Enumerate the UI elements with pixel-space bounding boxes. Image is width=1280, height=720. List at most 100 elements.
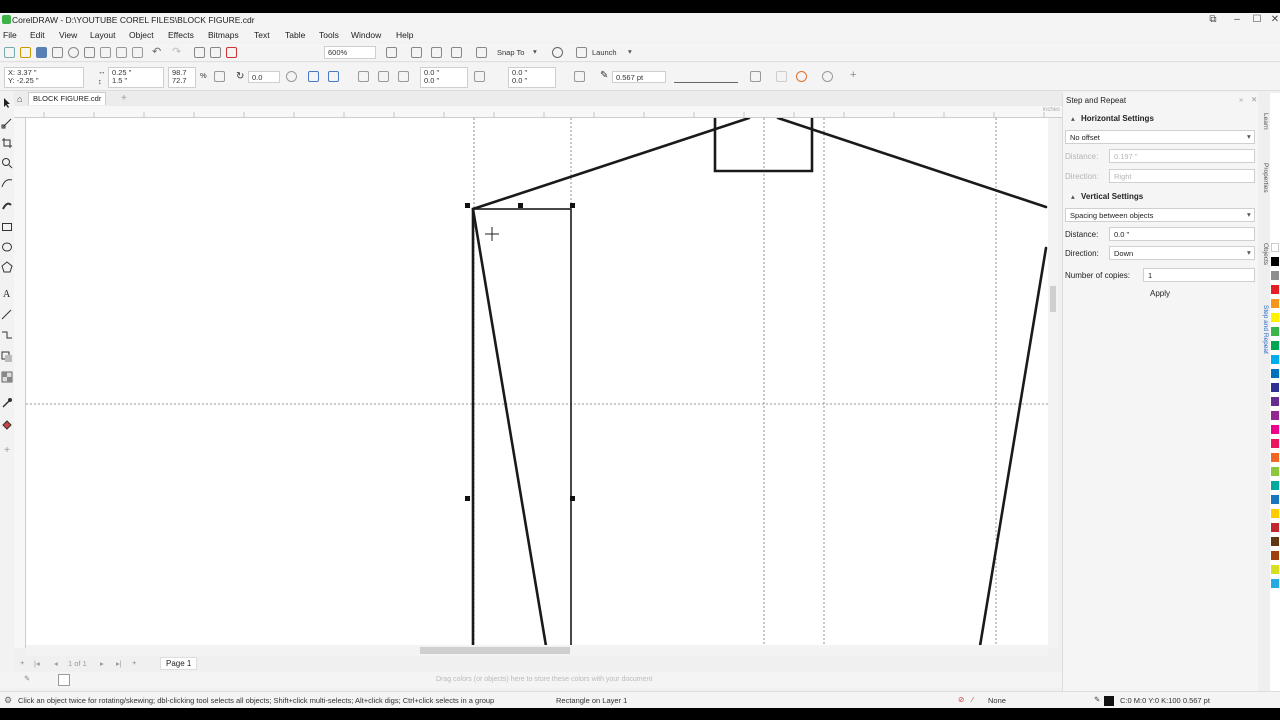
vertical-collapse-icon[interactable]: ▴: [1071, 192, 1075, 201]
add-tool-icon[interactable]: +: [1, 445, 13, 457]
outline-status[interactable]: C:0 M:0 Y:0 K:100 0.567 pt: [1120, 696, 1210, 705]
horizontal-collapse-icon[interactable]: ▴: [1071, 114, 1075, 123]
interactive-fill-icon[interactable]: [1, 419, 13, 431]
zoom-level-field[interactable]: 600%: [324, 46, 376, 59]
color-swatch[interactable]: [1271, 383, 1279, 392]
launch-app-icon[interactable]: [576, 47, 587, 58]
eyedropper-icon[interactable]: [1, 397, 13, 409]
color-swatch[interactable]: [1271, 341, 1279, 350]
selection-handle[interactable]: [465, 203, 470, 208]
menu-help[interactable]: Help: [396, 30, 413, 40]
tab-step-and-repeat[interactable]: Step and Repeat: [1259, 305, 1269, 354]
page-1-tab[interactable]: Page 1: [160, 657, 198, 670]
vertical-scrollbar[interactable]: [1048, 118, 1058, 648]
color-swatch[interactable]: [1271, 369, 1279, 378]
menu-table[interactable]: Table: [285, 30, 305, 40]
scalloped-corner-icon[interactable]: [378, 71, 389, 82]
first-page-icon[interactable]: |◂: [34, 659, 40, 668]
close-icon[interactable]: ✕: [1264, 13, 1280, 27]
corner-radius-right[interactable]: 0.0 " 0.0 ": [508, 67, 556, 88]
cut-icon[interactable]: [100, 47, 111, 58]
lock-corners-icon[interactable]: [474, 71, 485, 82]
color-swatch[interactable]: [1271, 285, 1279, 294]
last-page-icon[interactable]: ▸|: [116, 659, 122, 668]
convert-to-curves-icon[interactable]: [822, 71, 833, 82]
palette-eyedropper-icon[interactable]: ✎: [24, 674, 30, 683]
mirror-horizontal-icon[interactable]: [308, 71, 319, 82]
scale-height-field[interactable]: 72.7: [172, 77, 192, 85]
corel-connect-icon[interactable]: [52, 47, 63, 58]
add-icon[interactable]: +: [850, 69, 856, 81]
arm-diagonal[interactable]: [471, 207, 548, 646]
snap-to-dropdown[interactable]: Snap To: [497, 48, 524, 57]
show-rulers-icon[interactable]: [411, 47, 422, 58]
mirror-vertical-icon[interactable]: [328, 71, 339, 82]
color-swatch[interactable]: [1271, 481, 1279, 490]
corner-radius-left[interactable]: 0.0 " 0.0 ": [420, 67, 468, 88]
export-icon[interactable]: [210, 47, 221, 58]
document-tab[interactable]: BLOCK FIGURE.cdr: [28, 92, 106, 105]
color-swatch[interactable]: [1271, 327, 1279, 336]
color-swatch[interactable]: [1271, 425, 1279, 434]
add-page-icon[interactable]: +: [20, 658, 24, 667]
chamfered-corner-icon[interactable]: [398, 71, 409, 82]
status-gear-icon[interactable]: ⚙: [4, 695, 12, 706]
horizontal-scroll-thumb[interactable]: [420, 647, 570, 654]
vertical-ruler[interactable]: [14, 118, 26, 648]
shoulder-line-right[interactable]: [776, 118, 1048, 209]
color-swatch[interactable]: [1271, 313, 1279, 322]
menu-layout[interactable]: Layout: [90, 30, 116, 40]
undo-icon[interactable]: ↶: [152, 45, 161, 58]
copy-icon[interactable]: [116, 47, 127, 58]
color-swatch[interactable]: [1271, 453, 1279, 462]
new-tab-button[interactable]: +: [121, 93, 127, 104]
round-corner-icon[interactable]: [358, 71, 369, 82]
add-page-after-icon[interactable]: +: [132, 658, 136, 667]
selection-handle[interactable]: [570, 203, 575, 208]
color-swatch[interactable]: [1271, 509, 1279, 518]
neck-rectangle[interactable]: [713, 118, 814, 173]
connector-icon[interactable]: [1, 329, 13, 341]
menu-edit[interactable]: Edit: [30, 30, 45, 40]
to-front-icon[interactable]: [776, 71, 787, 82]
previous-page-icon[interactable]: ◂: [54, 659, 58, 668]
rotation-center-icon[interactable]: [286, 71, 297, 82]
text-icon[interactable]: A: [1, 287, 13, 300]
color-swatch[interactable]: [1271, 467, 1279, 476]
drawing-canvas[interactable]: [26, 118, 1048, 646]
shape-icon[interactable]: [1, 117, 13, 129]
no-color-swatch[interactable]: [58, 674, 70, 686]
restore-icon[interactable]: ⧉: [1202, 13, 1224, 27]
cloud-icon[interactable]: [68, 47, 79, 58]
color-swatch[interactable]: [1271, 523, 1279, 532]
selection-handle[interactable]: [570, 496, 575, 501]
corner-radius-br[interactable]: 0.0 ": [512, 77, 552, 85]
apply-button[interactable]: Apply: [1065, 286, 1255, 302]
shoulder-line-left[interactable]: [471, 118, 751, 211]
options-gear-icon[interactable]: [552, 47, 563, 58]
y-position-field[interactable]: Y: -2.25 ": [8, 77, 80, 85]
lock-ratio-icon[interactable]: [214, 71, 225, 82]
save-icon[interactable]: [36, 47, 47, 58]
menu-view[interactable]: View: [59, 30, 77, 40]
line-style-dropdown[interactable]: [674, 71, 738, 83]
redo-icon[interactable]: ↷: [172, 45, 181, 58]
color-swatch[interactable]: [1271, 355, 1279, 364]
selected-rectangle[interactable]: [472, 208, 572, 646]
color-swatch[interactable]: [1271, 579, 1279, 588]
relative-scaling-icon[interactable]: [574, 71, 585, 82]
color-swatch[interactable]: [1271, 537, 1279, 546]
zoom-icon[interactable]: [1, 157, 13, 169]
docker-close-icon[interactable]: ✕: [1251, 95, 1257, 104]
position-fields[interactable]: X: 3.37 " Y: -2.25 ": [4, 67, 84, 88]
body-right-edge[interactable]: [978, 246, 1048, 646]
menu-effects[interactable]: Effects: [168, 30, 194, 40]
tab-learn[interactable]: Learn: [1259, 113, 1269, 130]
rectangle-icon[interactable]: [1, 221, 13, 233]
open-icon[interactable]: [20, 47, 31, 58]
menu-text[interactable]: Text: [254, 30, 270, 40]
horizontal-mode-select[interactable]: No offset: [1065, 130, 1255, 144]
selection-handle[interactable]: [465, 496, 470, 501]
scale-fields[interactable]: 98.7 72.7: [168, 67, 196, 88]
outline-width-field[interactable]: 0.567 pt: [612, 71, 666, 83]
